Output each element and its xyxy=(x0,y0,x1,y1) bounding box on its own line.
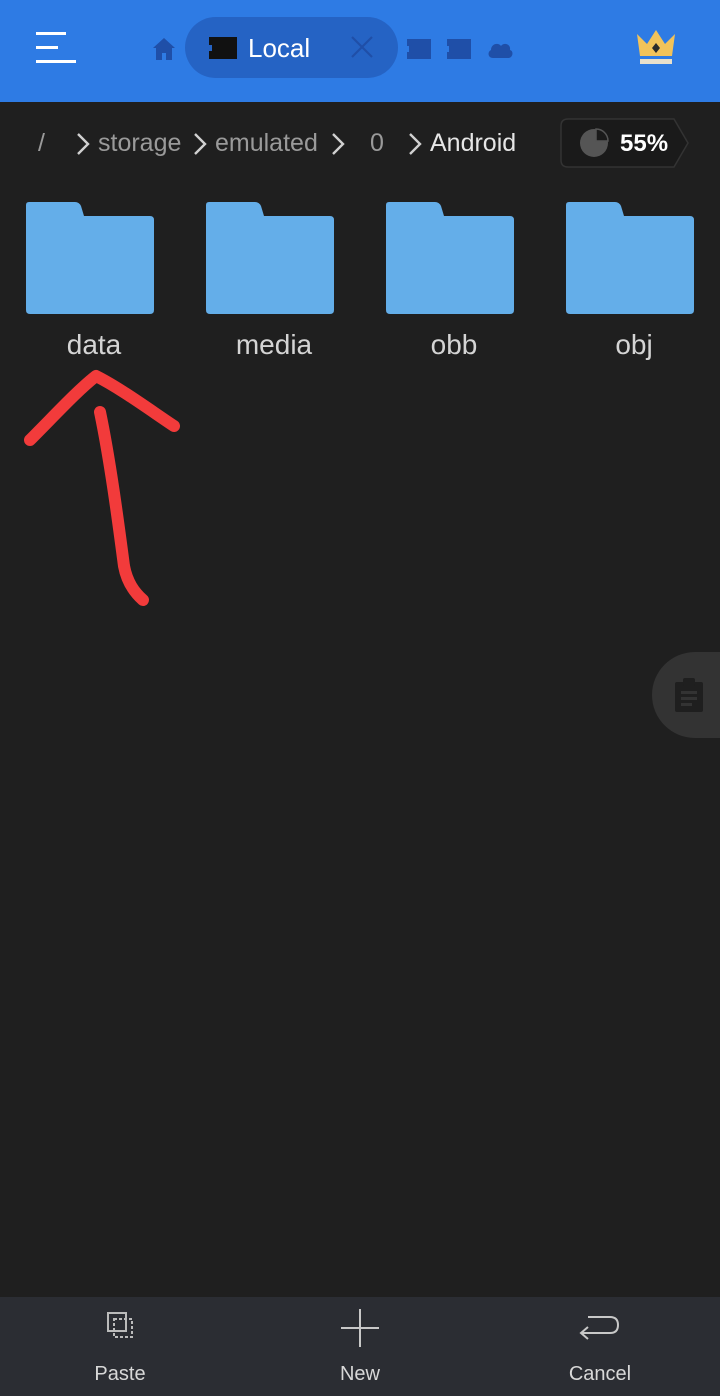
menu-icon[interactable] xyxy=(30,28,80,68)
tab-local-label: Local xyxy=(248,33,311,63)
breadcrumb-root[interactable]: / xyxy=(38,128,45,158)
folder-icon xyxy=(206,202,334,314)
cloud-icon[interactable] xyxy=(485,38,515,60)
sd-card-icon[interactable] xyxy=(406,38,432,60)
top-app-bar: Local xyxy=(0,0,720,102)
folder-item[interactable]: obb xyxy=(386,200,522,370)
chevron-right-icon xyxy=(77,133,90,155)
breadcrumb-current[interactable]: Android xyxy=(430,128,516,158)
chevron-right-icon xyxy=(194,133,207,155)
folder-icon xyxy=(566,202,694,314)
bottom-action-bar: Paste New Cancel xyxy=(0,1297,720,1396)
clipboard-icon xyxy=(675,678,703,712)
folder-item[interactable]: obj xyxy=(566,200,702,370)
folder-name: media xyxy=(235,329,313,360)
tab-local[interactable]: Local xyxy=(185,17,398,78)
folder-icon xyxy=(26,202,154,314)
folder-item[interactable]: media xyxy=(206,200,342,370)
clipboard-handle[interactable] xyxy=(652,652,720,738)
sd-card-icon xyxy=(207,35,239,61)
chevron-right-icon xyxy=(409,133,422,155)
paste-label: Paste xyxy=(94,1363,146,1385)
breadcrumb-item[interactable]: 0 xyxy=(370,128,384,158)
folder-item[interactable]: data xyxy=(26,200,162,370)
folder-name: data xyxy=(66,329,122,360)
storage-usage-percent: 55% xyxy=(620,130,669,157)
folder-name: obb xyxy=(430,329,478,360)
breadcrumb-item[interactable]: emulated xyxy=(215,128,318,158)
cancel-label: Cancel xyxy=(568,1363,632,1385)
home-icon[interactable] xyxy=(150,35,178,63)
chevron-right-icon xyxy=(332,133,345,155)
annotation-arrow xyxy=(24,370,180,606)
return-icon xyxy=(579,1316,620,1340)
breadcrumb-item[interactable]: storage xyxy=(98,128,181,158)
new-button[interactable]: New xyxy=(240,1297,480,1396)
folder-name: obj xyxy=(615,329,653,360)
paste-icon xyxy=(107,1312,133,1338)
sd-card-icon[interactable] xyxy=(446,38,472,60)
crown-icon[interactable] xyxy=(634,26,678,68)
paste-button[interactable]: Paste xyxy=(0,1297,240,1396)
plus-icon xyxy=(341,1309,379,1347)
cancel-button[interactable]: Cancel xyxy=(480,1297,720,1396)
pie-chart-icon xyxy=(580,128,609,157)
new-label: New xyxy=(339,1363,380,1385)
breadcrumb: / storage emulated 0 Android xyxy=(0,118,560,170)
storage-usage-badge[interactable]: 55% xyxy=(560,118,690,168)
folder-icon xyxy=(386,202,514,314)
close-icon[interactable] xyxy=(350,35,374,59)
